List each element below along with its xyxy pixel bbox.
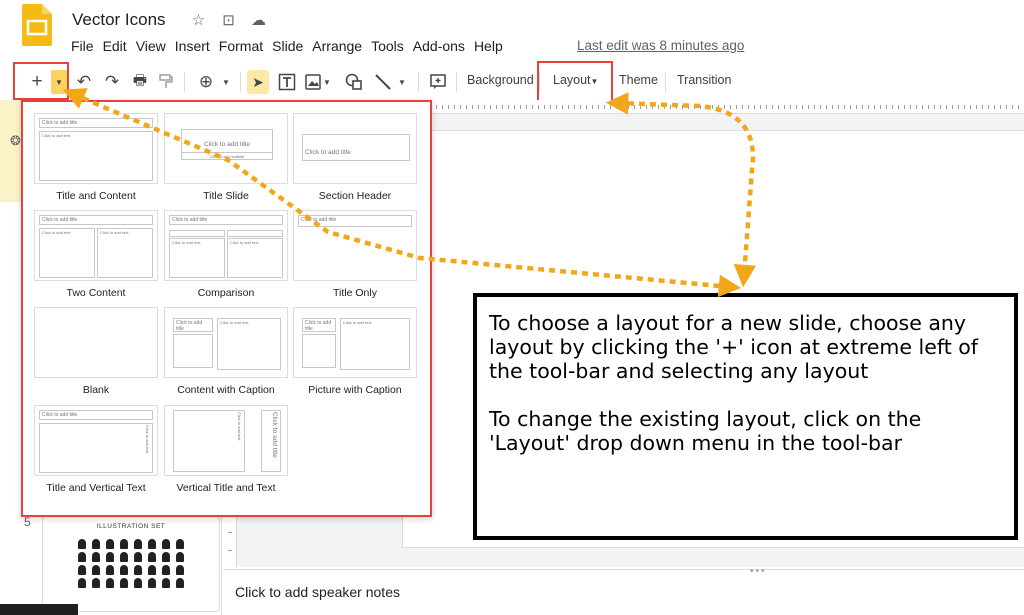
shape-tool[interactable] bbox=[343, 70, 365, 94]
layout-name: Content with Caption bbox=[177, 384, 275, 396]
star-icon[interactable]: ☆ bbox=[190, 11, 207, 29]
line-tool[interactable]: ▼ bbox=[372, 70, 408, 94]
redo-button[interactable]: ↷ bbox=[101, 70, 123, 94]
layout-title-and-content[interactable]: Click to add title Click to add text Tit… bbox=[34, 113, 158, 202]
last-edit-link[interactable]: Last edit was 8 minutes ago bbox=[577, 38, 744, 53]
menu-insert[interactable]: Insert bbox=[175, 38, 210, 54]
menu-edit[interactable]: Edit bbox=[103, 38, 127, 54]
layout-picture-with-caption[interactable]: Click to add title Click to add text Pic… bbox=[293, 307, 417, 396]
image-icon bbox=[305, 74, 321, 90]
layout-title-slide[interactable]: Click to add title Click to add subtitle… bbox=[164, 113, 288, 202]
paint-format-button[interactable] bbox=[156, 70, 176, 94]
menu-slide[interactable]: Slide bbox=[272, 38, 303, 54]
layout-name: Comparison bbox=[197, 287, 255, 299]
paint-icon: ❂ bbox=[10, 133, 21, 148]
layout-comparison[interactable]: Click to add title Click to add text Cli… bbox=[164, 210, 288, 299]
add-comment-button[interactable] bbox=[427, 70, 449, 94]
layout-name: Title and Content bbox=[56, 190, 136, 202]
cloud-saved-icon[interactable]: ☁ bbox=[250, 11, 267, 29]
menu-arrange[interactable]: Arrange bbox=[312, 38, 362, 54]
shape-icon bbox=[345, 73, 362, 90]
slides-logo-icon[interactable] bbox=[22, 4, 52, 46]
layout-two-content[interactable]: Click to add title Click to add text Cli… bbox=[34, 210, 158, 299]
slide-thumbnail[interactable]: ILLUSTRATION SET bbox=[42, 516, 220, 612]
new-slide-button[interactable]: + bbox=[26, 70, 48, 94]
thumbnail-title: ILLUSTRATION SET bbox=[96, 523, 166, 530]
menu-view[interactable]: View bbox=[136, 38, 166, 54]
theme-button[interactable]: Theme bbox=[619, 73, 658, 87]
menu-help[interactable]: Help bbox=[474, 38, 503, 54]
menu-file[interactable]: File bbox=[71, 38, 94, 54]
layout-title-and-vertical-text[interactable]: Click to add title Click to add text Tit… bbox=[34, 405, 158, 494]
layout-blank[interactable]: Blank bbox=[34, 307, 158, 396]
instruction-callout: To choose a layout for a new slide, choo… bbox=[473, 293, 1018, 540]
layout-name: Title and Vertical Text bbox=[46, 482, 146, 494]
layout-title-only[interactable]: Click to add title Title Only bbox=[293, 210, 417, 299]
menu-tools[interactable]: Tools bbox=[371, 38, 404, 54]
layout-name: Title Slide bbox=[203, 190, 249, 202]
chevron-down-icon: ▼ bbox=[55, 77, 63, 87]
insert-image-tool[interactable]: ▼ bbox=[304, 70, 332, 94]
layout-name: Section Header bbox=[318, 190, 392, 202]
layout-name: Vertical Title and Text bbox=[176, 482, 276, 494]
menu-bar: File Edit View Insert Format Slide Arran… bbox=[71, 38, 512, 54]
layout-name: Two Content bbox=[66, 287, 126, 299]
layout-name: Blank bbox=[82, 384, 110, 396]
slide-number: 5 bbox=[24, 515, 31, 529]
text-box-tool[interactable] bbox=[276, 70, 298, 94]
speaker-notes-placeholder[interactable]: Click to add speaker notes bbox=[235, 584, 400, 600]
chevron-down-icon: ▼ bbox=[398, 77, 406, 87]
filmstrip-scrollbar[interactable] bbox=[0, 604, 78, 615]
new-slide-layout-dropdown[interactable]: ▼ bbox=[51, 70, 67, 94]
layout-label: Layout bbox=[553, 73, 591, 87]
background-button[interactable]: Background bbox=[467, 73, 534, 87]
callout-paragraph-2: To change the existing layout, click on … bbox=[489, 407, 922, 455]
transition-button[interactable]: Transition bbox=[677, 73, 731, 87]
line-icon bbox=[375, 74, 391, 90]
layout-content-with-caption[interactable]: Click to add title Click to add text Con… bbox=[164, 307, 288, 396]
layout-name: Title Only bbox=[333, 287, 377, 299]
toolbar: + ▼ ↶ ↷ 🖶 ⊕ ▼ ➤ ▼ ▼ Background Layout▼ T… bbox=[0, 64, 1024, 100]
selected-slide-indicator bbox=[0, 100, 22, 202]
layout-picker-panel: Click to add title Click to add text Tit… bbox=[21, 100, 432, 517]
select-tool[interactable]: ➤ bbox=[247, 70, 269, 94]
menu-add-ons[interactable]: Add-ons bbox=[413, 38, 465, 54]
undo-button[interactable]: ↶ bbox=[73, 70, 95, 94]
chevron-down-icon: ▼ bbox=[590, 77, 599, 86]
notes-resize-handle[interactable]: ••• bbox=[750, 566, 767, 577]
layout-name: Picture with Caption bbox=[308, 384, 402, 396]
add-comment-icon bbox=[430, 74, 446, 89]
chevron-down-icon: ▼ bbox=[323, 77, 331, 87]
horizontal-ruler bbox=[430, 100, 1024, 114]
zoom-button[interactable]: ⊕ bbox=[194, 70, 218, 94]
zoom-dropdown[interactable]: ▼ bbox=[219, 70, 233, 94]
text-box-icon bbox=[278, 73, 296, 91]
callout-paragraph-1: To choose a layout for a new slide, choo… bbox=[489, 311, 979, 383]
move-to-folder-icon[interactable]: ⊡ bbox=[220, 11, 237, 29]
menu-format[interactable]: Format bbox=[219, 38, 263, 54]
layout-dropdown-button[interactable]: Layout▼ bbox=[553, 73, 598, 87]
illustration-figures bbox=[76, 539, 188, 588]
document-title[interactable]: Vector Icons bbox=[72, 10, 166, 30]
layout-section-header[interactable]: Click to add title Section Header bbox=[293, 113, 417, 202]
layout-vertical-title-and-text[interactable]: Click to add text Click to add title Ver… bbox=[164, 405, 288, 494]
chevron-down-icon: ▼ bbox=[222, 77, 230, 87]
print-button[interactable]: 🖶 bbox=[129, 70, 151, 94]
paint-roller-icon bbox=[159, 74, 173, 88]
